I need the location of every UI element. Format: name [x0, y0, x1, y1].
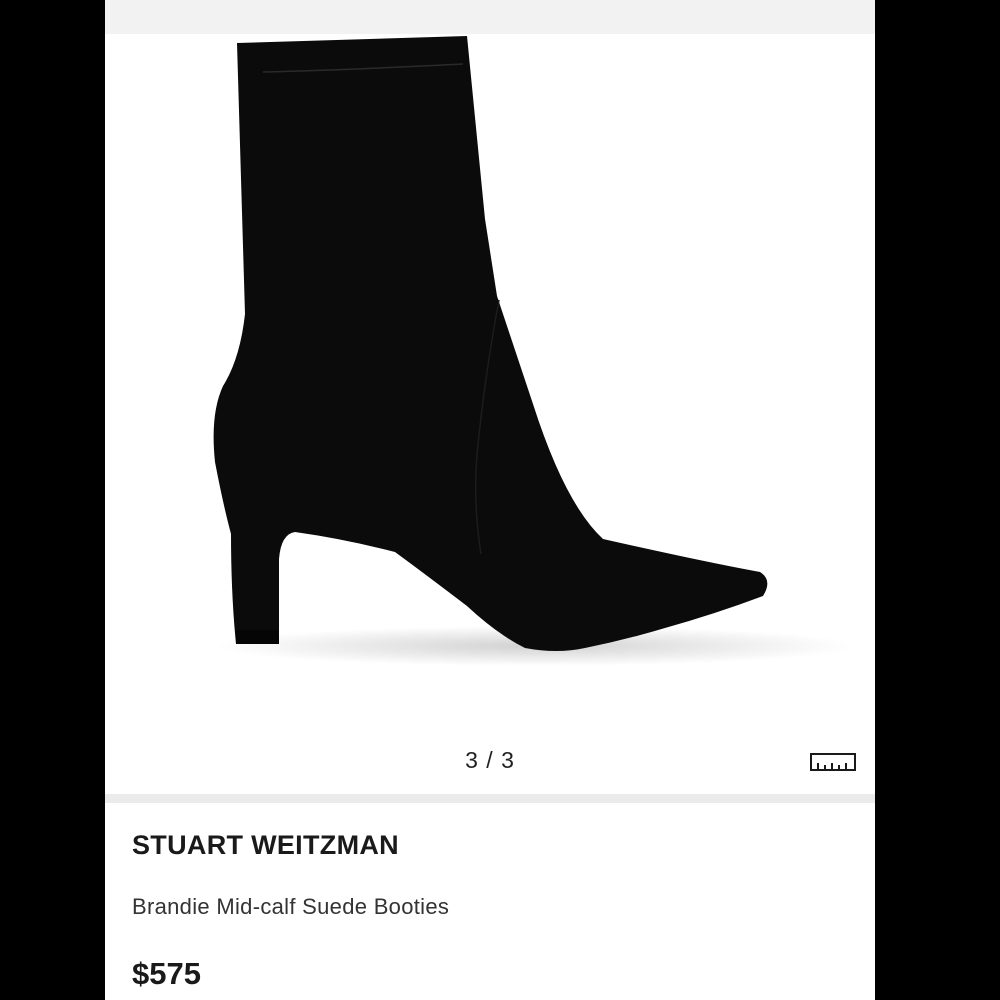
product-screen: 3 / 3 STUART WEITZMAN Brandie Mid-calf S…	[105, 0, 875, 1000]
top-bar	[105, 0, 875, 34]
product-name: Brandie Mid-calf Suede Booties	[132, 894, 450, 919]
image-pager: 3 / 3	[465, 747, 515, 773]
section-divider	[105, 794, 875, 803]
product-price: $575	[132, 956, 201, 991]
product-brand[interactable]: STUART WEITZMAN	[132, 830, 399, 861]
ruler-icon	[810, 753, 856, 771]
product-image	[213, 36, 855, 666]
product-image-gallery[interactable]: 3 / 3	[105, 34, 875, 794]
size-guide-button[interactable]	[809, 750, 857, 774]
